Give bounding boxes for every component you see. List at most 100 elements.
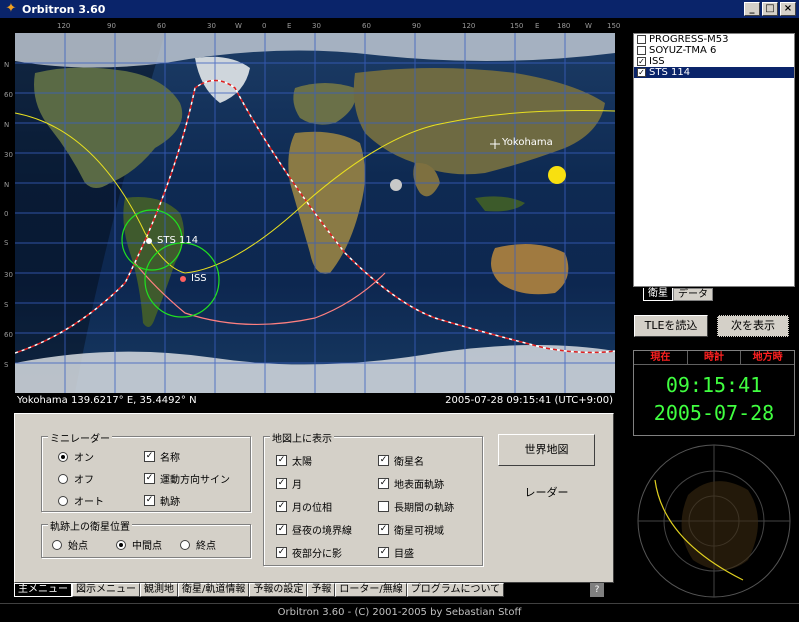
radar-name-option[interactable]: ✓ 名称 — [144, 449, 180, 464]
tab-main-menu[interactable]: 主メニュー — [14, 583, 72, 597]
show-terminator-option[interactable]: ✓ 昼夜の境界線 — [276, 522, 352, 537]
radio-middle[interactable] — [116, 539, 126, 550]
radar-auto-option[interactable]: オート — [58, 493, 104, 508]
checkbox[interactable]: ✓ — [276, 547, 287, 558]
lat-label: 0 — [4, 210, 9, 218]
lon-label: W — [235, 22, 242, 30]
satellite-list[interactable]: PROGRESS-M53 SOYUZ-TMA 6 ✓ ISS ✓ STS 114 — [633, 33, 795, 287]
radar-track-option[interactable]: ✓ 軌跡 — [144, 493, 180, 508]
satellite-row-selected[interactable]: ✓ STS 114 — [634, 67, 794, 78]
satellite-name: PROGRESS-M53 — [649, 34, 729, 45]
checkbox[interactable]: ✓ — [276, 455, 287, 466]
checkbox[interactable]: ✓ — [276, 501, 287, 512]
lon-label: 30 — [207, 22, 216, 30]
radio-end[interactable] — [180, 539, 190, 550]
show-night-shadow-option[interactable]: ✓ 夜部分に影 — [276, 545, 342, 560]
show-sun-option[interactable]: ✓ 太陽 — [276, 453, 312, 468]
show-moon-phase-label: 月の位相 — [292, 503, 332, 514]
lon-label: 0 — [262, 22, 267, 30]
sts114-marker-icon[interactable] — [146, 238, 152, 244]
satellite-checkbox[interactable]: ✓ — [637, 57, 646, 66]
lon-label: 60 — [362, 22, 371, 30]
tab-satellite-info[interactable]: 衛星/軌道情報 — [178, 583, 250, 597]
lon-label: 60 — [157, 22, 166, 30]
tab-observer[interactable]: 観測地 — [140, 583, 178, 597]
satellite-row[interactable]: PROGRESS-M53 — [634, 34, 794, 45]
moon-icon — [390, 179, 402, 191]
world-map-button[interactable]: 世界地図 — [498, 434, 595, 466]
tab-data[interactable]: データ — [673, 288, 713, 301]
checkbox[interactable]: ✓ — [144, 495, 155, 506]
checkbox[interactable]: ✓ — [144, 473, 155, 484]
lon-label: 90 — [107, 22, 116, 30]
radio-auto[interactable] — [58, 495, 68, 506]
show-ground-track-label: 地表面軌跡 — [394, 480, 444, 491]
radio-start[interactable] — [52, 539, 62, 550]
show-visibility-label: 衛星可視域 — [394, 526, 444, 537]
radar-direction-option[interactable]: ✓ 運動方向サイン — [144, 471, 230, 486]
clock-label: 時計 — [688, 351, 742, 364]
tle-load-button[interactable]: TLEを読込 — [634, 315, 708, 337]
close-button[interactable]: × — [780, 2, 796, 16]
radar-logo-icon — [681, 481, 758, 570]
radar-view-link[interactable]: レーダー — [498, 484, 595, 500]
minimize-button[interactable]: _ — [744, 2, 760, 16]
iss-marker-icon[interactable] — [180, 276, 186, 282]
maximize-button[interactable]: □ — [762, 2, 778, 16]
track-middle-option[interactable]: 中間点 — [116, 537, 162, 552]
tab-satellites[interactable]: 衛星 — [643, 288, 673, 301]
show-ground-track-option[interactable]: ✓ 地表面軌跡 — [378, 476, 444, 491]
tab-display-menu[interactable]: 図示メニュー — [72, 583, 140, 597]
show-long-track-option[interactable]: 長期間の軌跡 — [378, 499, 454, 514]
satellite-checkbox[interactable] — [637, 35, 646, 44]
show-moon-phase-option[interactable]: ✓ 月の位相 — [276, 499, 332, 514]
track-middle-label: 中間点 — [132, 541, 162, 552]
checkbox[interactable]: ✓ — [378, 455, 389, 466]
tab-prediction-settings[interactable]: 予報の設定 — [249, 583, 308, 597]
show-next-button[interactable]: 次を表示 — [717, 315, 789, 337]
radio-on[interactable] — [58, 451, 68, 462]
tab-about[interactable]: プログラムについて — [406, 583, 505, 597]
help-button[interactable]: ? — [590, 583, 604, 597]
radio-off[interactable] — [58, 473, 68, 484]
lon-label: 150 — [510, 22, 524, 30]
satellite-checkbox[interactable]: ✓ — [637, 68, 646, 77]
radar-on-option[interactable]: オン — [58, 449, 94, 464]
track-position-group: 軌跡上の衛星位置 始点 中間点 終点 — [41, 518, 251, 558]
satellite-row[interactable]: ✓ ISS — [634, 56, 794, 67]
radar-name-label: 名称 — [160, 453, 180, 464]
show-visibility-option[interactable]: ✓ 衛星可視域 — [378, 522, 444, 537]
satellite-checkbox[interactable] — [637, 46, 646, 55]
window-title: Orbitron 3.60 — [22, 2, 106, 16]
show-moon-option[interactable]: ✓ 月 — [276, 476, 302, 491]
show-terminator-label: 昼夜の境界線 — [292, 526, 352, 537]
show-grid-option[interactable]: ✓ 目盛 — [378, 545, 414, 560]
world-map[interactable]: Yokohama STS 114 ISS — [15, 33, 615, 393]
tab-rotor-radio[interactable]: ローター/無線 — [335, 583, 407, 597]
show-sat-name-option[interactable]: ✓ 衛星名 — [378, 453, 424, 468]
tab-prediction[interactable]: 予報 — [307, 583, 336, 597]
sun-icon — [548, 166, 566, 184]
checkbox[interactable]: ✓ — [378, 547, 389, 558]
checkbox[interactable]: ✓ — [144, 451, 155, 462]
lat-label: N — [4, 181, 10, 189]
radar-direction-label: 運動方向サイン — [160, 475, 230, 486]
checkbox[interactable]: ✓ — [276, 524, 287, 535]
lon-label: 180 — [557, 22, 571, 30]
checkbox[interactable]: ✓ — [378, 478, 389, 489]
radar-off-option[interactable]: オフ — [58, 471, 94, 486]
satellite-row[interactable]: SOYUZ-TMA 6 — [634, 45, 794, 56]
lat-label: 60 — [4, 91, 13, 99]
checkbox[interactable]: ✓ — [378, 524, 389, 535]
satellite-name: ISS — [649, 56, 665, 67]
title-bar: ✦ Orbitron 3.60 _ □ × — [0, 0, 799, 18]
clock-panel: 現在 時計 地方時 09:15:41 2005-07-28 — [633, 350, 795, 436]
lat-label: 30 — [4, 271, 13, 279]
lat-label: S — [4, 239, 9, 247]
checkbox[interactable]: ✓ — [276, 478, 287, 489]
lat-label: 60 — [4, 331, 13, 339]
track-end-option[interactable]: 終点 — [180, 537, 216, 552]
checkbox[interactable] — [378, 501, 389, 512]
bottom-tab-bar: 主メニュー 図示メニュー 観測地 衛星/軌道情報 予報の設定 予報 ローター/無… — [14, 583, 505, 597]
track-start-option[interactable]: 始点 — [52, 537, 88, 552]
